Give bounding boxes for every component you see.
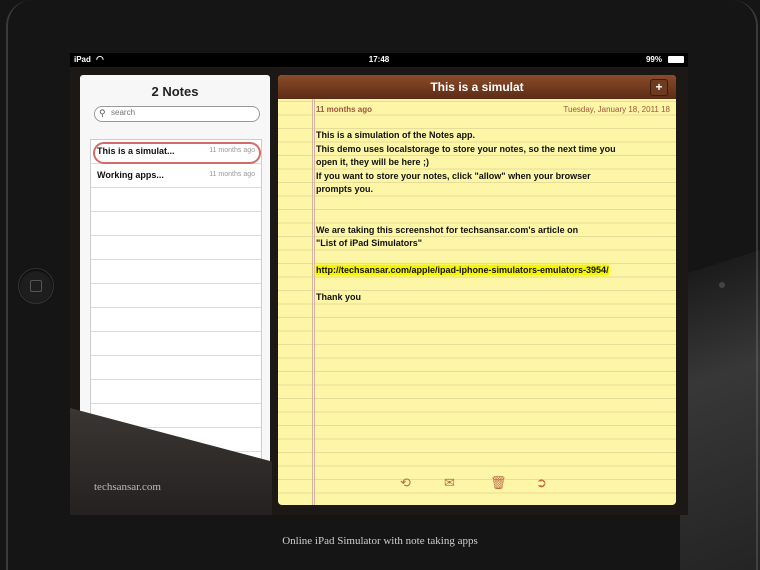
- home-square-icon: [30, 280, 42, 292]
- list-item[interactable]: This is a simulat... 11 months ago: [91, 140, 261, 164]
- forward-arrow-icon[interactable]: ➲: [536, 475, 547, 491]
- status-bar: iPad ◠ 17:48 99%: [70, 53, 688, 67]
- note-date: Tuesday, January 18, 2011 18: [563, 105, 670, 114]
- note-line: [316, 278, 672, 292]
- highlighted-link[interactable]: http://techsansar.com/apple/ipad-iphone-…: [316, 265, 609, 275]
- note-line: open it, they will be here ;): [316, 157, 430, 167]
- ipad-frame: iPad ◠ 17:48 99% 2 Notes ⚲ This is a sim…: [0, 0, 760, 570]
- note-item-date: 11 months ago: [209, 171, 255, 178]
- note-toolbar: ⟲ ✉ 🗑 ➲: [278, 473, 676, 497]
- note-line: "List of iPad Simulators": [316, 238, 423, 248]
- status-time: 17:48: [368, 55, 390, 64]
- search-field[interactable]: ⚲: [94, 106, 260, 122]
- battery-icon: [668, 56, 684, 63]
- mail-icon[interactable]: ✉: [444, 475, 455, 491]
- note-line: We are taking this screenshot for techsa…: [316, 224, 579, 235]
- note-item-title: This is a simulat...: [97, 146, 175, 156]
- note-header: This is a simulat +: [278, 75, 676, 99]
- margin-line: [312, 99, 313, 505]
- list-item[interactable]: Working apps... 11 months ago: [91, 164, 261, 188]
- bezel-reflection: [680, 250, 760, 570]
- home-button[interactable]: [18, 268, 54, 304]
- note-line: [316, 197, 672, 211]
- watermark-text: techsansar.com: [94, 481, 161, 493]
- camera-dot: [719, 282, 725, 288]
- ipad-screen: iPad ◠ 17:48 99% 2 Notes ⚲ This is a sim…: [70, 53, 688, 515]
- add-note-button[interactable]: +: [650, 79, 668, 96]
- note-line: If you want to store your notes, click "…: [316, 170, 591, 181]
- back-arrow-icon[interactable]: ⟲: [400, 475, 411, 491]
- image-caption: Online iPad Simulator with note taking a…: [282, 535, 478, 547]
- search-input[interactable]: [111, 108, 251, 117]
- note-item-title: Working apps...: [97, 170, 164, 180]
- note-relative-date: 11 months ago: [316, 105, 373, 114]
- note-body[interactable]: This is a simulation of the Notes app. T…: [316, 129, 672, 305]
- note-line: prompts you.: [316, 184, 374, 194]
- note-line: This demo uses localstorage to store you…: [316, 143, 616, 154]
- note-item-date: 11 months ago: [209, 147, 255, 154]
- notes-count-title: 2 Notes: [151, 84, 199, 99]
- note-editor[interactable]: This is a simulat + 11 months ago Tuesda…: [278, 75, 676, 505]
- note-line: Thank you: [316, 292, 362, 302]
- note-line: This is a simulation of the Notes app.: [316, 130, 476, 140]
- note-line: [316, 251, 672, 265]
- trash-icon[interactable]: 🗑: [490, 475, 507, 491]
- search-icon: ⚲: [99, 108, 106, 118]
- note-line: [316, 210, 672, 224]
- note-title: This is a simulat: [430, 80, 524, 94]
- margin-line: [314, 99, 315, 505]
- battery-percent: 99%: [645, 55, 662, 64]
- note-link-line: http://techsansar.com/apple/ipad-iphone-…: [316, 264, 672, 278]
